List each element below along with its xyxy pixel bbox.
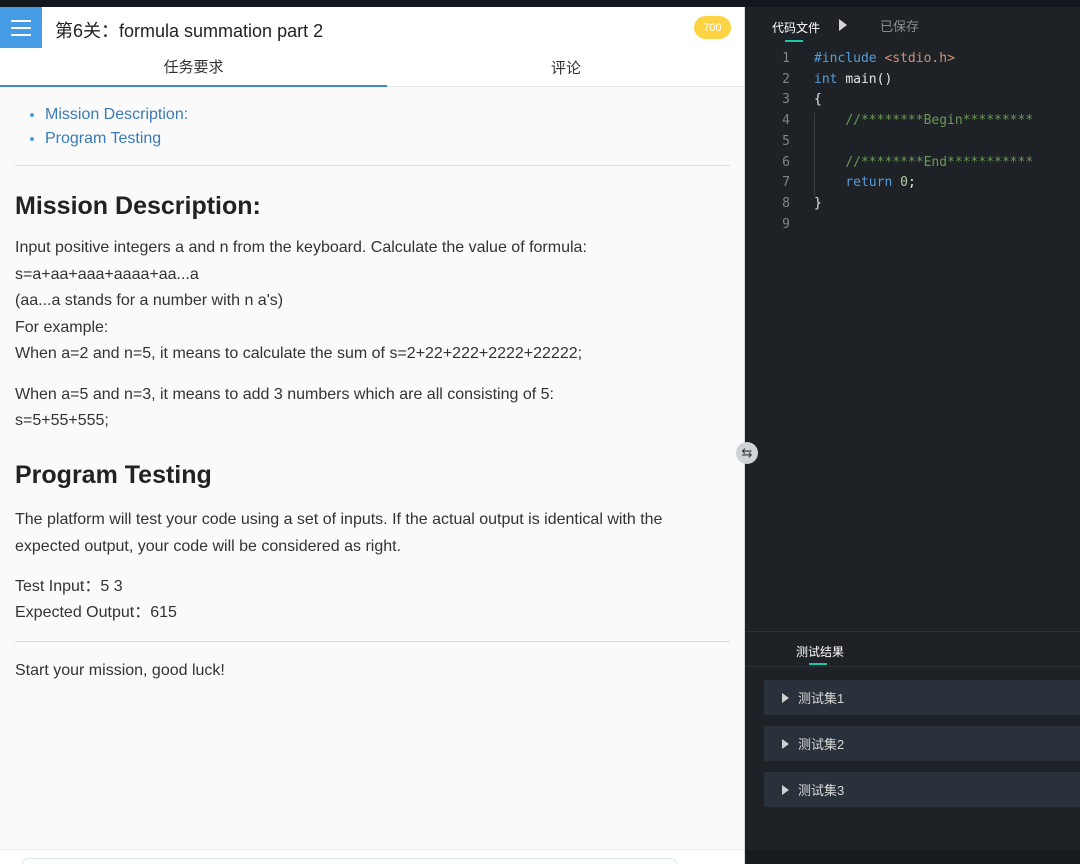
line-number: 3 [782,92,790,108]
editor-toolbar: 代码文件 已保存 [746,7,1080,43]
closing-text: Start your mission, good luck! [15,661,225,679]
bottom-bar [0,849,744,864]
line-number: 9 [782,216,790,232]
task-tabs: 任务要求 评论 [0,48,744,87]
code-line[interactable]: 8} [746,196,1080,217]
mission-heading: Mission Description: [15,192,261,220]
menu-icon[interactable] [0,7,42,48]
resize-swap-icon[interactable]: ⇆ [736,442,758,464]
code-text: //********Begin********* [845,113,1034,129]
test-set-2[interactable]: 测试集2 [764,726,1080,761]
code-line[interactable]: 2 int main() [746,72,1080,93]
test-results-panel: 测试结果 测试集1 测试集2 测试集3 [746,631,1080,864]
divider [15,640,730,642]
text-line: s=a+aa+aaa+aaaa+aa...a [15,265,199,283]
code-text: int main() [814,71,893,87]
code-text: } [814,195,822,211]
bottom-input-outline[interactable] [22,858,677,864]
text-line: (aa...a stands for a number with n a's) [15,292,284,309]
active-tab-indicator [809,663,827,665]
expected-output: Expected Output：615 [15,603,177,621]
toc-link-mission[interactable]: Mission Description: [45,106,188,123]
play-icon[interactable] [839,19,847,31]
test-io: Test Input：5 3 Expected Output：615 [15,574,730,626]
code-line[interactable]: 4 //********Begin********* [746,113,1080,134]
testing-heading: Program Testing [15,460,212,489]
test-set-label: 测试集1 [798,691,845,706]
mission-paragraph: Input positive integers a and n from the… [15,235,730,368]
toc-item: Program Testing [45,127,730,151]
code-text: #include <stdio.h> [814,51,955,66]
toc-item: Mission Description: [45,103,730,127]
editor-panel: 代码文件 已保存 1 #include <stdio.h> 2 int main() 3… [746,7,1080,864]
code-editor[interactable]: 1 #include <stdio.h> 2 int main() 3{4 //****… [746,43,1080,633]
expand-triangle-icon [782,784,789,795]
mission-paragraph-2: When a=5 and n=3, it means to add 3 numb… [15,382,730,435]
code-text: return 0; [845,175,916,191]
code-line[interactable]: 3{ [746,92,1080,113]
top-strip [0,0,1080,7]
text-line: For example: [15,318,109,336]
code-text: { [814,92,822,108]
code-text: //********End*********** [845,154,1034,170]
text-line: When a=2 and n=5, it means to calculate … [15,345,583,362]
tab-task-requirements[interactable]: 任务要求 [0,48,387,87]
line-number: 7 [782,175,790,191]
saved-status: 已保存 [880,19,920,34]
test-set-3[interactable]: 测试集3 [764,772,1080,807]
code-line[interactable]: 5 [746,134,1080,155]
line-number: 4 [782,113,790,129]
tab-comments[interactable]: 评论 [387,48,744,87]
text-line: s=5+55+555; [15,412,109,429]
tab-test-results[interactable]: 测试结果 [796,643,844,660]
line-number: 6 [782,154,790,170]
test-set-label: 测试集3 [798,783,845,798]
page-title: 第6关：formula summation part 2 [55,21,324,41]
task-content: Mission Description: Program Testing Mis… [15,87,730,684]
code-line[interactable]: 1 #include <stdio.h> [746,51,1080,72]
indent-guide [814,113,815,196]
test-set-1[interactable]: 测试集1 [764,680,1080,715]
table-of-contents: Mission Description: Program Testing [45,103,730,151]
code-line[interactable]: 6 //********End*********** [746,155,1080,176]
text-line: Input positive integers a and n from the… [15,239,587,256]
task-header: 第6关：formula summation part 2 700 [0,7,744,48]
text-line: When a=5 and n=3, it means to add 3 numb… [15,385,554,403]
bottom-bar [746,850,1080,864]
divider [746,666,1080,667]
line-number: 5 [782,133,790,149]
testing-paragraph: The platform will test your code using a… [15,510,663,555]
code-line[interactable]: 7 return 0; [746,175,1080,196]
test-set-label: 测试集2 [798,737,845,752]
test-input: Test Input：5 3 [15,577,123,595]
expand-triangle-icon [782,692,789,703]
toc-link-testing[interactable]: Program Testing [45,130,161,147]
active-tab-indicator [785,40,803,42]
line-number: 8 [782,195,790,211]
score-badge: 700 [694,16,731,39]
expand-triangle-icon [782,738,789,749]
task-panel: 第6关：formula summation part 2 700 任务要求 评论… [0,7,745,864]
tab-code-file[interactable]: 代码文件 [772,19,820,36]
divider [15,165,730,166]
code-line[interactable]: 9 [746,217,1080,238]
line-number: 1 [782,51,790,66]
line-number: 2 [782,71,790,87]
